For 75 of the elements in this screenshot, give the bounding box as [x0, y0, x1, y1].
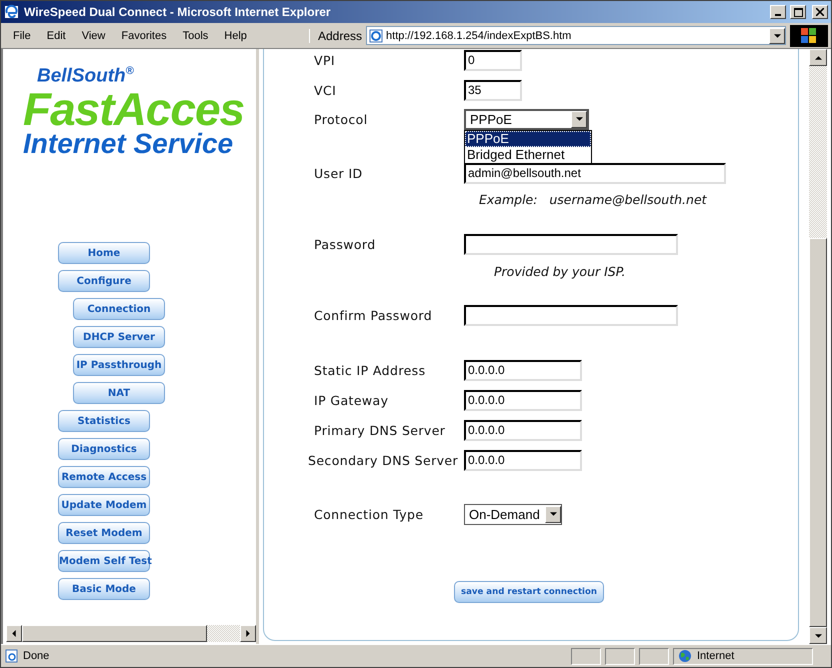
nav-button[interactable]: Modem Self Test: [58, 550, 150, 572]
vertical-scrollbar[interactable]: [809, 49, 827, 644]
down-arrow-icon: [550, 512, 556, 516]
menu-item[interactable]: Favorites: [113, 30, 175, 42]
nav-button[interactable]: Update Modem: [58, 494, 150, 516]
dropdown[interactable]: PPPoE: [464, 108, 589, 130]
page-icon: [5, 649, 19, 663]
field-label: Protocol: [313, 112, 369, 126]
maximize-button[interactable]: [790, 5, 806, 19]
page-icon: [369, 28, 384, 42]
field-label: IP Gateway: [313, 392, 390, 408]
window-title: WireSpeed Dual Connect - Microsoft Internet Explorer: [24, 5, 332, 19]
save-button[interactable]: save and restart connection: [454, 581, 604, 603]
up-arrow-icon: [814, 56, 822, 60]
status-pane: [571, 648, 601, 664]
input-field[interactable]: 0: [464, 50, 522, 70]
hint-text: Provided by your ISP.: [493, 264, 626, 278]
nav-button[interactable]: Diagnostics: [58, 438, 150, 460]
input-field[interactable]: 0.0.0.0: [464, 450, 582, 470]
nav-button[interactable]: Reset Modem: [58, 522, 150, 544]
dropdown[interactable]: On-Demand: [464, 504, 562, 524]
dropdown-option[interactable]: PPPoE: [465, 131, 591, 147]
nav-button[interactable]: Home: [58, 242, 150, 264]
down-arrow-icon: [576, 117, 582, 121]
field-label: Primary DNS Server: [313, 422, 446, 438]
field-label: User ID: [313, 166, 364, 180]
globe-icon: [678, 649, 692, 663]
status-text: Done: [23, 650, 50, 662]
input-field[interactable]: 35: [464, 80, 522, 100]
logo-tagline: Internet Service: [23, 129, 234, 160]
menu-item[interactable]: Tools: [174, 30, 216, 42]
left-arrow-icon: [12, 630, 16, 637]
menu-item[interactable]: Help: [216, 30, 255, 42]
nav-button[interactable]: Statistics: [58, 410, 150, 432]
address-field[interactable]: http://192.168.1.254/indexExptBS.htm: [366, 26, 786, 45]
nav-button[interactable]: Remote Access: [58, 466, 150, 488]
brand-logo: BellSouth$^{®}$: [37, 65, 134, 88]
status-pane: [639, 648, 669, 664]
status-pane: [605, 648, 635, 664]
browser-icon: [4, 4, 20, 20]
field-label: Static IP Address: [313, 362, 426, 378]
horizontal-scrollbar[interactable]: [6, 625, 256, 642]
field-label: VCI: [313, 82, 338, 98]
nav-button[interactable]: DHCP Server: [73, 326, 165, 348]
windows-logo-icon: [799, 26, 819, 44]
down-arrow-icon: [774, 34, 781, 38]
zone-label: Internet: [697, 650, 734, 662]
input-field[interactable]: 0.0.0.0: [464, 420, 582, 440]
down-arrow-icon: [814, 634, 822, 638]
close-icon: [816, 8, 824, 16]
field-label: Password: [313, 236, 377, 252]
menu-item[interactable]: File: [5, 30, 39, 42]
nav-button[interactable]: Connection: [73, 298, 165, 320]
input-field[interactable]: 0.0.0.0: [464, 360, 582, 380]
hint-text: Example: username@bellsouth.net: [478, 192, 707, 206]
nav-button[interactable]: Configure: [58, 270, 150, 292]
input-field[interactable]: [464, 304, 678, 326]
product-logo: FastAcces: [23, 87, 246, 132]
menu-item[interactable]: Edit: [38, 30, 74, 42]
nav-button[interactable]: Basic Mode: [58, 578, 150, 600]
nav-button[interactable]: IP Passthrough: [73, 354, 165, 376]
input-field[interactable]: admin@bellsouth.net: [464, 162, 726, 184]
field-label: Connection Type: [313, 506, 424, 522]
field-label: Secondary DNS Server: [307, 452, 460, 468]
menu-item[interactable]: View: [74, 30, 114, 42]
nav-button[interactable]: NAT: [73, 382, 165, 404]
maximize-icon: [794, 8, 802, 16]
input-field[interactable]: 0.0.0.0: [464, 390, 582, 410]
field-label: Confirm Password: [313, 308, 434, 322]
dropdown-option[interactable]: Bridged Ethernet: [465, 147, 591, 163]
input-field[interactable]: [464, 234, 678, 254]
minimize-button[interactable]: [770, 5, 786, 19]
close-button[interactable]: [812, 5, 828, 19]
field-label: VPI: [313, 52, 336, 68]
right-arrow-icon: [246, 630, 250, 637]
